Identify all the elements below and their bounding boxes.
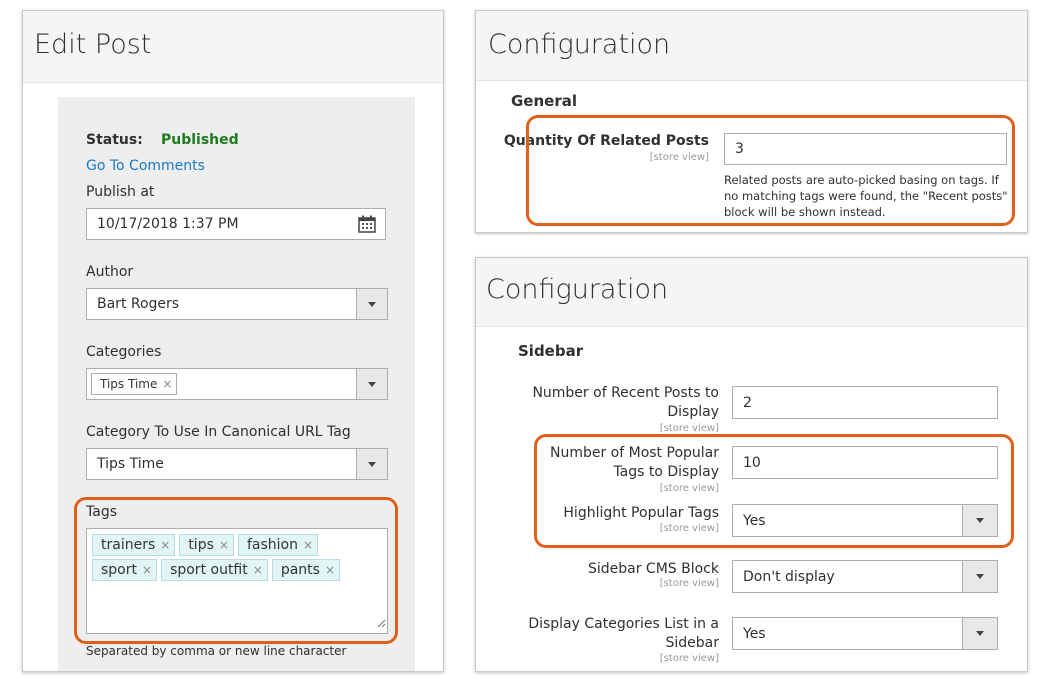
config-title: Configuration xyxy=(486,274,669,305)
status-value: Published xyxy=(161,132,239,148)
canonical-label: Category To Use In Canonical URL Tag xyxy=(86,424,351,440)
status-label: Status: xyxy=(86,132,143,148)
categories-list-label: Display Categories List in a Sidebar xyxy=(528,616,719,651)
tags-highlight xyxy=(74,497,398,644)
config-sidebar-header: Configuration xyxy=(476,258,1027,327)
recent-posts-input[interactable]: 2 xyxy=(732,386,998,419)
page-title: Edit Post xyxy=(34,29,152,60)
go-to-comments-link[interactable]: Go To Comments xyxy=(86,158,205,174)
publish-at-label: Publish at xyxy=(86,184,155,200)
recent-posts-label: Number of Recent Posts to Display xyxy=(532,385,719,420)
chevron-down-icon xyxy=(962,561,997,592)
categories-list-scope: [store view] xyxy=(659,653,719,664)
popular-tags-highlight xyxy=(534,434,1014,548)
config-title: Configuration xyxy=(488,29,671,60)
category-chip-label: Tips Time xyxy=(100,377,158,391)
categories-list-value: Yes xyxy=(743,625,766,642)
canonical-select[interactable]: Tips Time xyxy=(86,448,388,480)
edit-post-header: Edit Post xyxy=(23,11,443,83)
cms-block-value: Don't display xyxy=(743,568,835,585)
tags-note: Separated by comma or new line character xyxy=(86,644,347,658)
chevron-down-icon xyxy=(356,289,387,319)
general-section-title: General xyxy=(511,92,577,110)
chevron-down-icon xyxy=(962,618,997,649)
publish-at-input[interactable]: 10/17/2018 1:37 PM xyxy=(86,208,386,240)
category-chip[interactable]: Tips Time × xyxy=(91,373,178,395)
chevron-down-icon xyxy=(356,449,387,479)
canonical-value: Tips Time xyxy=(97,456,164,472)
cms-block-select[interactable]: Don't display xyxy=(732,560,998,593)
publish-at-value: 10/17/2018 1:37 PM xyxy=(97,216,239,232)
recent-posts-value: 2 xyxy=(743,394,752,411)
author-label: Author xyxy=(86,264,134,280)
categories-list-select[interactable]: Yes xyxy=(732,617,998,650)
sidebar-section-title: Sidebar xyxy=(518,342,584,360)
related-posts-highlight xyxy=(526,115,1015,226)
categories-label: Categories xyxy=(86,344,162,360)
author-value: Bart Rogers xyxy=(97,296,180,312)
recent-posts-scope: [store view] xyxy=(659,423,719,434)
calendar-icon[interactable] xyxy=(358,215,376,233)
cms-block-scope: [store view] xyxy=(659,578,719,589)
remove-chip-icon[interactable]: × xyxy=(162,377,172,391)
config-general-header: Configuration xyxy=(476,11,1027,81)
categories-select[interactable]: Tips Time × xyxy=(86,368,388,400)
chevron-down-icon xyxy=(356,369,387,399)
cms-block-label: Sidebar CMS Block xyxy=(587,561,719,577)
author-select[interactable]: Bart Rogers xyxy=(86,288,388,320)
